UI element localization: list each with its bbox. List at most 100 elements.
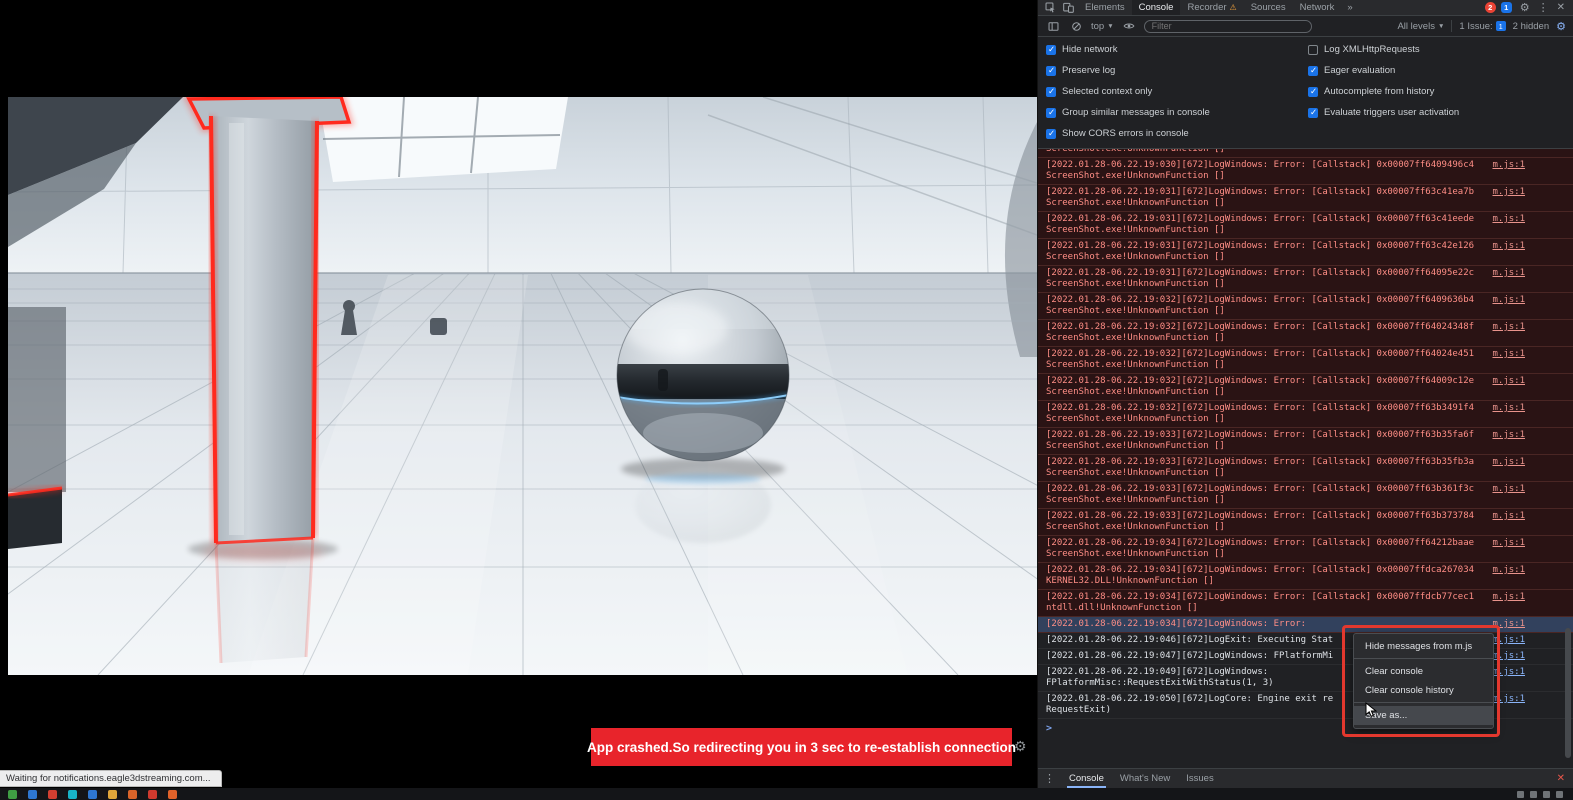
console-setting[interactable]: Group similar messages in console (1038, 102, 1300, 123)
gear-icon[interactable]: ⚙ (1014, 738, 1027, 755)
context-menu-item[interactable]: Clear console (1354, 662, 1493, 681)
checkbox[interactable] (1308, 66, 1318, 76)
source-link[interactable]: m.js:1 (1492, 214, 1525, 225)
checkbox[interactable] (1046, 108, 1056, 118)
source-link[interactable]: m.js:1 (1492, 241, 1525, 252)
console-filter-input[interactable] (1144, 20, 1312, 33)
source-link[interactable]: m.js:1 (1492, 667, 1525, 678)
kebab-menu-icon[interactable]: ⋮ (1538, 1, 1549, 14)
checkbox[interactable] (1046, 45, 1056, 55)
live-expression-eye-icon[interactable] (1121, 20, 1137, 32)
console-message[interactable]: [2022.01.28-06.22.19:034][672]LogWindows… (1038, 590, 1573, 617)
source-link[interactable]: m.js:1 (1492, 349, 1525, 360)
source-link[interactable]: m.js:1 (1492, 322, 1525, 333)
console-setting[interactable]: Eager evaluation (1300, 60, 1573, 81)
taskbar-icon[interactable] (128, 790, 137, 799)
console-message[interactable]: [2022.01.28-06.22.19:034][672]LogWindows… (1038, 563, 1573, 590)
system-tray[interactable] (1517, 790, 1573, 798)
context-menu-item[interactable]: Clear console history (1354, 681, 1493, 700)
console-message[interactable]: [2022.01.28-06.22.19:034][672]LogWindows… (1038, 617, 1573, 633)
console-message[interactable]: [2022.01.28-06.22.19:032][672]LogWindows… (1038, 401, 1573, 428)
devtools-tab[interactable]: Recorder ⚠ (1180, 0, 1243, 15)
console-message[interactable]: [2022.01.28-06.22.19:031][672]LogWindows… (1038, 239, 1573, 266)
drawer-tab[interactable]: Issues (1178, 769, 1221, 788)
issue-count-badge[interactable]: 1 (1501, 2, 1512, 13)
checkbox[interactable] (1046, 129, 1056, 139)
console-message[interactable]: ScreenShot.exe!UnknownFunction [] (1038, 149, 1573, 158)
checkbox[interactable] (1046, 66, 1056, 76)
tray-icon[interactable] (1530, 791, 1537, 798)
devtools-tab[interactable]: Network ⚠ (1293, 0, 1342, 15)
console-setting[interactable]: Show CORS errors in console (1038, 123, 1300, 144)
console-settings-gear-icon[interactable]: ⚙ (1556, 20, 1566, 33)
tray-icon[interactable] (1517, 791, 1524, 798)
more-tabs-icon[interactable]: » (1343, 2, 1356, 13)
drawer-tab[interactable]: What's New (1112, 769, 1178, 788)
console-message[interactable]: [2022.01.28-06.22.19:030][672]LogWindows… (1038, 158, 1573, 185)
source-link[interactable]: m.js:1 (1492, 187, 1525, 198)
console-scrollbar[interactable] (1564, 151, 1571, 766)
console-message[interactable]: [2022.01.28-06.22.19:033][672]LogWindows… (1038, 455, 1573, 482)
source-link[interactable]: m.js:1 (1492, 457, 1525, 468)
issues-counter[interactable]: 1 Issue: 1 (1459, 21, 1505, 32)
context-selector[interactable]: top ▼ (1091, 21, 1114, 32)
console-message[interactable]: [2022.01.28-06.22.19:033][672]LogWindows… (1038, 428, 1573, 455)
source-link[interactable]: m.js:1 (1492, 592, 1525, 603)
scrollbar-thumb[interactable] (1565, 628, 1571, 758)
console-setting[interactable]: Hide network (1038, 39, 1300, 60)
settings-gear-icon[interactable]: ⚙ (1520, 1, 1530, 14)
checkbox[interactable] (1308, 45, 1318, 55)
devtools-close-icon[interactable]: ✕ (1557, 2, 1565, 13)
source-link[interactable]: m.js:1 (1492, 511, 1525, 522)
console-message[interactable]: [2022.01.28-06.22.19:032][672]LogWindows… (1038, 293, 1573, 320)
console-message[interactable]: [2022.01.28-06.22.19:034][672]LogWindows… (1038, 536, 1573, 563)
taskbar-icon[interactable] (28, 790, 37, 799)
source-link[interactable]: m.js:1 (1492, 484, 1525, 495)
stream-viewport[interactable] (8, 97, 1037, 675)
console-sidebar-icon[interactable] (1045, 21, 1061, 32)
devtools-tab[interactable]: Console ⚠ (1132, 0, 1181, 15)
clear-console-icon[interactable] (1068, 21, 1084, 32)
error-count-badge[interactable]: 2 (1485, 2, 1496, 13)
console-message[interactable]: [2022.01.28-06.22.19:031][672]LogWindows… (1038, 185, 1573, 212)
console-setting[interactable]: Selected context only (1038, 81, 1300, 102)
source-link[interactable]: m.js:1 (1492, 430, 1525, 441)
source-link[interactable]: m.js:1 (1492, 403, 1525, 414)
console-setting[interactable]: Evaluate triggers user activation (1300, 102, 1573, 123)
log-level-selector[interactable]: All levels ▼ (1397, 21, 1444, 32)
console-message[interactable]: [2022.01.28-06.22.19:033][672]LogWindows… (1038, 482, 1573, 509)
devtools-tab[interactable]: Sources ⚠ (1244, 0, 1293, 15)
console-setting[interactable]: Autocomplete from history (1300, 81, 1573, 102)
taskbar-icon[interactable] (168, 790, 177, 799)
console-message[interactable]: [2022.01.28-06.22.19:032][672]LogWindows… (1038, 320, 1573, 347)
source-link[interactable]: m.js:1 (1492, 651, 1525, 662)
console-message[interactable]: [2022.01.28-06.22.19:031][672]LogWindows… (1038, 266, 1573, 293)
source-link[interactable]: m.js:1 (1492, 565, 1525, 576)
device-toolbar-icon[interactable] (1060, 2, 1076, 13)
devtools-tab[interactable]: Elements ⚠ (1078, 0, 1132, 15)
context-menu-item[interactable]: Hide messages from m.js (1354, 637, 1493, 656)
checkbox[interactable] (1308, 87, 1318, 97)
source-link[interactable]: m.js:1 (1492, 538, 1525, 549)
source-link[interactable]: m.js:1 (1492, 376, 1525, 387)
source-link[interactable]: m.js:1 (1492, 694, 1525, 705)
console-setting[interactable]: Log XMLHttpRequests (1300, 39, 1573, 60)
checkbox[interactable] (1308, 108, 1318, 118)
console-message[interactable]: [2022.01.28-06.22.19:032][672]LogWindows… (1038, 347, 1573, 374)
console-message[interactable]: [2022.01.28-06.22.19:032][672]LogWindows… (1038, 374, 1573, 401)
taskbar-icon[interactable] (68, 790, 77, 799)
drawer-tab[interactable]: Console (1061, 769, 1112, 788)
taskbar-icon[interactable] (88, 790, 97, 799)
source-link[interactable]: m.js:1 (1492, 619, 1525, 630)
drawer-close-icon[interactable]: ✕ (1557, 773, 1567, 784)
taskbar-icon[interactable] (108, 790, 117, 799)
taskbar-icon[interactable] (48, 790, 57, 799)
source-link[interactable]: m.js:1 (1492, 160, 1525, 171)
taskbar-icon[interactable] (148, 790, 157, 799)
console-message[interactable]: [2022.01.28-06.22.19:033][672]LogWindows… (1038, 509, 1573, 536)
inspect-icon[interactable] (1042, 2, 1058, 13)
console-message[interactable]: [2022.01.28-06.22.19:031][672]LogWindows… (1038, 212, 1573, 239)
console-setting[interactable]: Preserve log (1038, 60, 1300, 81)
context-menu-item[interactable]: Save as... (1354, 706, 1493, 725)
source-link[interactable]: m.js:1 (1492, 635, 1525, 646)
